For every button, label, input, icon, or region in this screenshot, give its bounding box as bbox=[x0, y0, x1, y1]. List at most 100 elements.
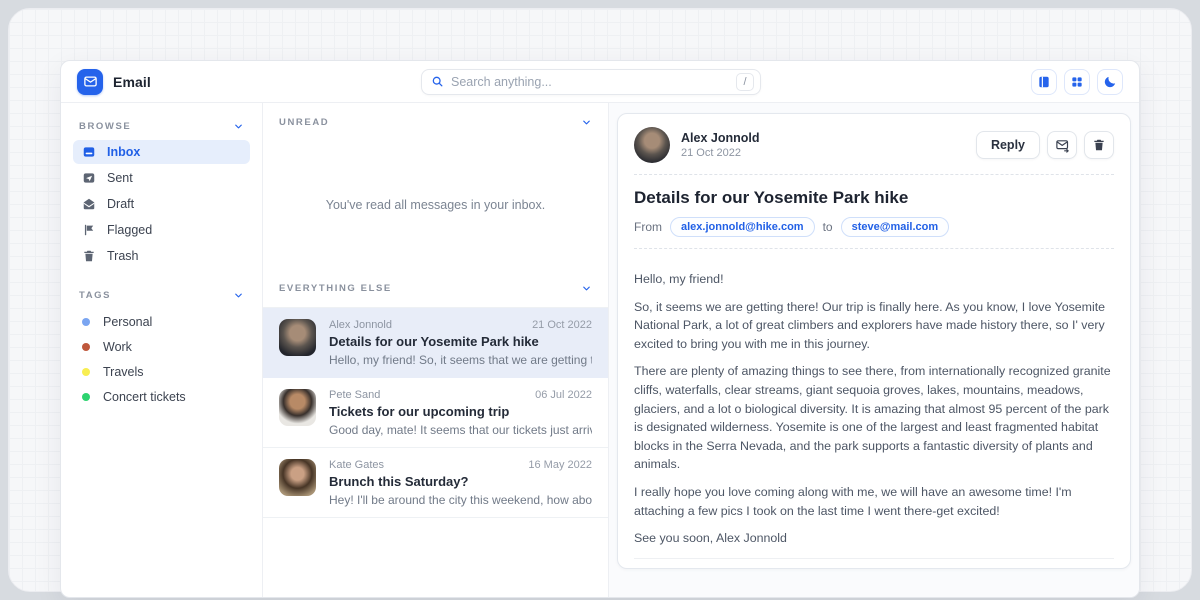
email-date: 21 Oct 2022 bbox=[532, 319, 592, 331]
email-list-item[interactable]: Pete Sand 06 Jul 2022 Tickets for our up… bbox=[263, 378, 608, 448]
everything-else-section-header[interactable]: EVERYTHING ELSE bbox=[263, 269, 608, 307]
tag-label: Work bbox=[103, 340, 132, 354]
body-paragraph: There are plenty of amazing things to se… bbox=[634, 362, 1114, 474]
tag-item-personal[interactable]: Personal bbox=[73, 309, 250, 334]
unread-label: UNREAD bbox=[279, 117, 329, 128]
sidebar: BROWSE Inbox Sent bbox=[61, 103, 263, 597]
detail-subject: Details for our Yosemite Park hike bbox=[634, 188, 1114, 208]
email-sender: Alex Jonnold bbox=[329, 319, 392, 331]
email-sender: Kate Gates bbox=[329, 459, 384, 471]
reply-button[interactable]: Reply bbox=[976, 131, 1040, 159]
sidebar-item-draft[interactable]: Draft bbox=[73, 192, 250, 216]
chevron-down-icon[interactable] bbox=[233, 121, 244, 132]
sidebar-item-label: Flagged bbox=[107, 223, 152, 237]
to-address-chip[interactable]: steve@mail.com bbox=[841, 217, 950, 237]
avatar bbox=[279, 459, 316, 496]
avatar bbox=[634, 127, 670, 163]
email-preview: Good day, mate! It seems that our ticket… bbox=[329, 423, 592, 437]
search-input[interactable] bbox=[451, 75, 729, 89]
from-address-chip[interactable]: alex.jonnold@hike.com bbox=[670, 217, 815, 237]
unread-section-header[interactable]: UNREAD bbox=[263, 103, 608, 141]
search-shortcut-key: / bbox=[736, 73, 754, 91]
email-detail-panel: Alex Jonnold 21 Oct 2022 Reply bbox=[609, 103, 1139, 597]
sidebar-item-trash[interactable]: Trash bbox=[73, 244, 250, 268]
app-logo: Email bbox=[77, 69, 421, 95]
email-list: Alex Jonnold 21 Oct 2022 Details for our… bbox=[263, 307, 608, 518]
from-to-row: From alex.jonnold@hike.com to steve@mail… bbox=[634, 217, 1114, 237]
body-paragraph: See you soon, Alex Jonnold bbox=[634, 529, 1114, 548]
email-preview: Hey! I'll be around the city this weeken… bbox=[329, 493, 592, 507]
detail-actions: Reply bbox=[976, 131, 1114, 159]
sidebar-item-sent[interactable]: Sent bbox=[73, 166, 250, 190]
moon-icon[interactable] bbox=[1097, 69, 1123, 95]
body-paragraph: I really hope you love coming along with… bbox=[634, 483, 1114, 520]
email-app-window: Email / BROWSE bbox=[60, 60, 1140, 598]
email-sender: Pete Sand bbox=[329, 389, 380, 401]
email-list-item[interactable]: Kate Gates 16 May 2022 Brunch this Satur… bbox=[263, 448, 608, 518]
sidebar-item-flagged[interactable]: Flagged bbox=[73, 218, 250, 242]
trash-icon bbox=[82, 249, 96, 263]
detail-sender-name: Alex Jonnold bbox=[681, 131, 759, 145]
body-paragraph: Hello, my friend! bbox=[634, 270, 1114, 289]
email-subject: Brunch this Saturday? bbox=[329, 474, 592, 489]
browse-label: BROWSE bbox=[79, 121, 131, 132]
message-list-column: UNREAD You've read all messages in your … bbox=[263, 103, 609, 597]
email-logo-icon bbox=[77, 69, 103, 95]
book-icon[interactable] bbox=[1031, 69, 1057, 95]
email-body: Hello, my friend! So, it seems we are ge… bbox=[634, 261, 1114, 548]
search-bar[interactable]: / bbox=[421, 69, 761, 95]
tag-color-dot bbox=[82, 393, 90, 401]
draft-icon bbox=[82, 197, 96, 211]
chevron-down-icon[interactable] bbox=[233, 290, 244, 301]
avatar bbox=[279, 319, 316, 356]
everything-else-label: EVERYTHING ELSE bbox=[279, 283, 392, 294]
email-list-item[interactable]: Alex Jonnold 21 Oct 2022 Details for our… bbox=[263, 308, 608, 378]
from-label: From bbox=[634, 220, 662, 234]
tag-color-dot bbox=[82, 368, 90, 376]
tag-item-work[interactable]: Work bbox=[73, 334, 250, 359]
header-actions bbox=[1031, 69, 1123, 95]
inbox-icon bbox=[82, 145, 96, 159]
browse-section-header[interactable]: BROWSE bbox=[73, 115, 250, 140]
divider bbox=[634, 248, 1114, 249]
to-label: to bbox=[823, 220, 833, 234]
detail-date: 21 Oct 2022 bbox=[681, 147, 759, 159]
sidebar-item-label: Draft bbox=[107, 197, 134, 211]
sent-icon bbox=[82, 171, 96, 185]
email-date: 16 May 2022 bbox=[528, 459, 592, 471]
detail-header: Alex Jonnold 21 Oct 2022 Reply bbox=[634, 127, 1114, 163]
email-date: 06 Jul 2022 bbox=[535, 389, 592, 401]
divider bbox=[634, 558, 1114, 559]
sidebar-item-label: Sent bbox=[107, 171, 133, 185]
tag-item-concert-tickets[interactable]: Concert tickets bbox=[73, 384, 250, 409]
unread-empty-message: You've read all messages in your inbox. bbox=[263, 141, 608, 269]
tags-section-header[interactable]: TAGS bbox=[73, 284, 250, 309]
apps-grid-icon[interactable] bbox=[1064, 69, 1090, 95]
tag-label: Travels bbox=[103, 365, 144, 379]
tag-color-dot bbox=[82, 318, 90, 326]
email-subject: Details for our Yosemite Park hike bbox=[329, 334, 592, 349]
avatar bbox=[279, 389, 316, 426]
forward-email-button[interactable] bbox=[1047, 131, 1077, 159]
email-detail-card: Alex Jonnold 21 Oct 2022 Reply bbox=[617, 113, 1131, 569]
flag-icon bbox=[82, 223, 96, 237]
tag-color-dot bbox=[82, 343, 90, 351]
tag-label: Personal bbox=[103, 315, 152, 329]
email-preview: Hello, my friend! So, it seems that we a… bbox=[329, 353, 592, 367]
sidebar-item-inbox[interactable]: Inbox bbox=[73, 140, 250, 164]
sidebar-item-label: Trash bbox=[107, 249, 139, 263]
trash-icon bbox=[1092, 138, 1106, 152]
sidebar-item-label: Inbox bbox=[107, 145, 140, 159]
delete-email-button[interactable] bbox=[1084, 131, 1114, 159]
email-subject: Tickets for our upcoming trip bbox=[329, 404, 592, 419]
forward-email-icon bbox=[1055, 138, 1070, 153]
app-header: Email / bbox=[61, 61, 1139, 103]
app-title: Email bbox=[113, 74, 151, 90]
divider bbox=[634, 174, 1114, 175]
tag-item-travels[interactable]: Travels bbox=[73, 359, 250, 384]
search-icon bbox=[431, 75, 444, 88]
chevron-down-icon[interactable] bbox=[581, 283, 592, 294]
tags-label: TAGS bbox=[79, 290, 111, 301]
body-paragraph: So, it seems we are getting there! Our t… bbox=[634, 298, 1114, 354]
chevron-down-icon[interactable] bbox=[581, 117, 592, 128]
